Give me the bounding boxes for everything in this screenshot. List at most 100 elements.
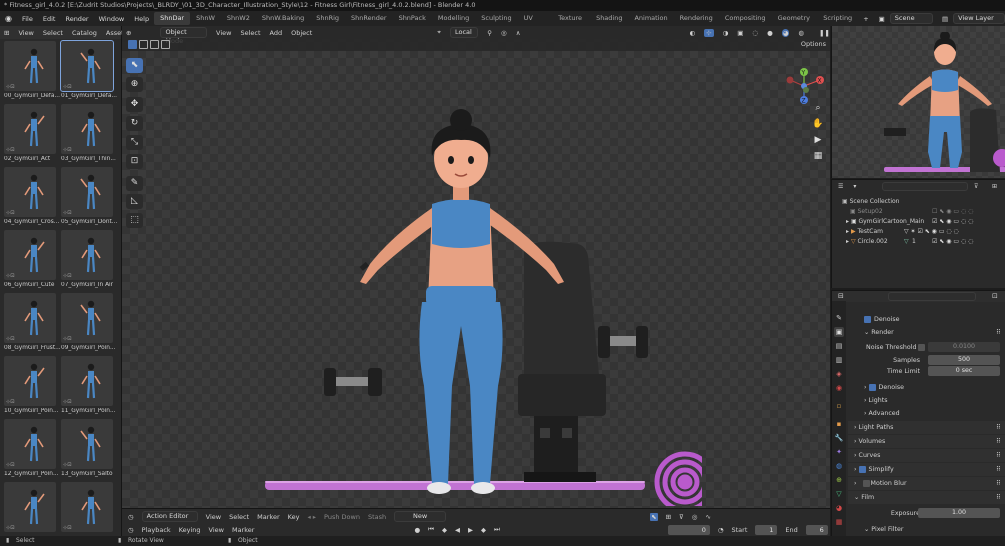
new-action-button[interactable]: New <box>394 511 447 522</box>
tool-tab-icon[interactable]: ✎ <box>834 313 844 323</box>
asset-thumbnail[interactable]: ⊹⊡ <box>61 419 113 469</box>
constraints-tab-icon[interactable]: ⊕ <box>834 475 844 485</box>
asset-thumbnail[interactable]: ⊹⊡ <box>4 230 56 280</box>
noise-threshold-field[interactable]: 0.0100 <box>928 342 1000 352</box>
expand-icon[interactable]: ▸ <box>846 218 849 225</box>
tab-shnrig[interactable]: ShnRig <box>310 12 345 25</box>
proportional-icon[interactable]: ◎ <box>501 29 507 37</box>
view-layer-icon[interactable]: ▤ <box>937 15 953 23</box>
drag-handle-icon[interactable]: ⠿ <box>996 421 1001 434</box>
shading-wire-icon[interactable]: ◌ <box>752 29 758 37</box>
tab-uv-editing[interactable]: UV Editing <box>518 12 553 35</box>
asset-thumbnail[interactable]: ⊹⊡ <box>4 419 56 469</box>
visibility-icons[interactable]: ▽ ✶ ☑ ⬉ ◉ ▭ ◌ ◌ <box>904 227 959 237</box>
tab-geometry-nodes[interactable]: Geometry Nodes <box>772 12 818 35</box>
select-box-icon[interactable] <box>128 40 137 49</box>
outliner-search-input[interactable] <box>882 182 968 191</box>
motion-blur-panel[interactable]: › Motion Blur ⠿ <box>848 477 1005 490</box>
viewport-menu-view[interactable]: View <box>216 29 231 37</box>
timeline-menu-view[interactable]: View <box>209 526 224 534</box>
material-tab-icon[interactable]: ◕ <box>834 503 844 513</box>
editor-type-icon[interactable]: ⊕ <box>126 29 131 37</box>
editor-type-icon[interactable]: ⊟ <box>838 292 844 300</box>
navigation-gizmo[interactable]: Y X Z <box>782 66 826 106</box>
scene-icon[interactable]: ▣ <box>874 15 890 23</box>
visibility-icon[interactable]: ◐ <box>689 29 695 37</box>
funnel-icon[interactable]: ⊽ <box>679 513 684 521</box>
menu-help[interactable]: Help <box>129 15 154 23</box>
asset-thumbnail[interactable]: ⊹⊡ <box>61 293 113 343</box>
action-editor-selector[interactable]: Action Editor <box>141 511 198 522</box>
timeline-type-icon[interactable]: ◷ <box>128 526 134 534</box>
display-mode-icon[interactable]: ▾ <box>853 183 856 190</box>
outliner-row-scene-collection[interactable]: ▣ Scene Collection <box>832 197 1005 207</box>
expand-icon[interactable]: › <box>854 424 857 431</box>
orientation-icon[interactable]: ⌖ <box>437 28 441 37</box>
measure-tool-icon[interactable]: ◺ <box>126 194 143 209</box>
exposure-field[interactable]: 1.00 <box>918 508 1000 518</box>
asset-thumbnail[interactable]: ⊹⊡ <box>4 482 56 532</box>
menu-file[interactable]: File <box>17 15 38 23</box>
denoise-checkbox[interactable] <box>864 315 871 323</box>
zoom-icon[interactable]: ⌕ <box>812 102 824 114</box>
pixel-filter-panel[interactable]: ⌄ Pixel Filter <box>848 523 1005 536</box>
tab-animation[interactable]: Animation <box>628 12 673 25</box>
viewport-menu-select[interactable]: Select <box>240 29 260 37</box>
pan-hand-icon[interactable]: ✋ <box>812 118 824 130</box>
viewport-menu-add[interactable]: Add <box>270 29 283 37</box>
asset-thumbnail[interactable]: ⊹⊡ <box>61 482 113 532</box>
rotate-tool-icon[interactable]: ↻ <box>126 116 143 131</box>
asset-thumbnail[interactable]: ⊹⊡ <box>61 230 113 280</box>
record-icon[interactable]: ● <box>414 526 420 534</box>
shading-rendered-icon[interactable]: ◍ <box>798 29 804 37</box>
render-subpanel[interactable]: ⌄ Render ⠿ <box>848 326 1005 339</box>
simplify-panel[interactable]: › Simplify ⠿ <box>848 463 1005 476</box>
asset-thumbnail[interactable]: ⊹⊡ <box>4 356 56 406</box>
add-workspace-icon[interactable]: + <box>858 15 873 23</box>
filter-icon[interactable]: ⊽ <box>974 182 978 192</box>
tab-compositing[interactable]: Compositing <box>719 12 772 25</box>
tab-shndar[interactable]: ShnDar <box>154 12 191 25</box>
add-cube-tool-icon[interactable]: ⬚ <box>126 213 143 228</box>
clock-icon[interactable]: ◔ <box>718 526 724 534</box>
object-tab-icon[interactable]: ▪ <box>834 419 844 429</box>
view-layer-tab-icon[interactable]: ▥ <box>834 355 844 365</box>
action-menu-marker[interactable]: Marker <box>257 513 279 521</box>
asset-thumbnail[interactable]: ⊹⊡ <box>61 167 113 217</box>
asset-thumbnail[interactable]: ⊹⊡ <box>61 356 113 406</box>
expand-icon[interactable]: › <box>864 384 867 391</box>
action-nav-icon[interactable]: ◂ ▸ <box>307 513 316 521</box>
timeline-menu-marker[interactable]: Marker <box>232 526 254 534</box>
tab-shnpack[interactable]: ShnPack <box>393 12 432 25</box>
select-tool-icon[interactable]: ⬉ <box>126 58 143 73</box>
world-tab-icon[interactable]: ◉ <box>834 383 844 393</box>
drag-handle-icon[interactable]: ⠿ <box>996 435 1001 448</box>
tab-shading[interactable]: Shading <box>590 12 628 25</box>
scale-tool-icon[interactable]: ⤡ <box>126 135 143 150</box>
editor-type-icon[interactable]: ◷ <box>128 513 134 521</box>
collapse-icon[interactable]: ⌄ <box>854 494 859 501</box>
asset-menu-view[interactable]: View <box>18 29 33 37</box>
push-down-button[interactable]: Push Down <box>324 513 360 521</box>
expand-icon[interactable]: › <box>864 410 867 417</box>
action-menu-key[interactable]: Key <box>288 513 300 521</box>
select-extend-icon[interactable] <box>139 40 148 49</box>
texture-tab-icon[interactable]: ▦ <box>834 517 844 527</box>
asset-thumbnail[interactable]: ⊹⊡ <box>4 41 56 91</box>
drag-handle-icon[interactable]: ⠿ <box>996 449 1001 462</box>
asset-thumbnail[interactable]: ⊹⊡ <box>4 293 56 343</box>
falloff-icon[interactable]: ∧ <box>516 29 521 37</box>
play-reverse-icon[interactable]: ◀ <box>455 526 460 534</box>
samples-field[interactable]: 500 <box>928 355 1000 365</box>
advanced-panel[interactable]: › Advanced <box>848 407 1005 420</box>
visibility-icons[interactable]: ☑ ⬉ ◉ ▭ ◌ ◌ <box>932 237 973 247</box>
orientation-selector[interactable]: Local <box>449 27 479 38</box>
collection-tab-icon[interactable]: ▫ <box>834 401 844 411</box>
drag-handle-icon[interactable]: ⠿ <box>996 463 1001 476</box>
data-tab-icon[interactable]: ▽ <box>834 489 844 499</box>
drag-handle-icon[interactable]: ⠿ <box>996 326 1001 339</box>
asset-thumbnail[interactable]: ⊹⊡ <box>4 104 56 154</box>
pin-icon[interactable]: ⊡ <box>992 292 998 300</box>
action-menu-view[interactable]: View <box>206 513 221 521</box>
volumes-panel[interactable]: › Volumes ⠿ <box>848 435 1005 448</box>
